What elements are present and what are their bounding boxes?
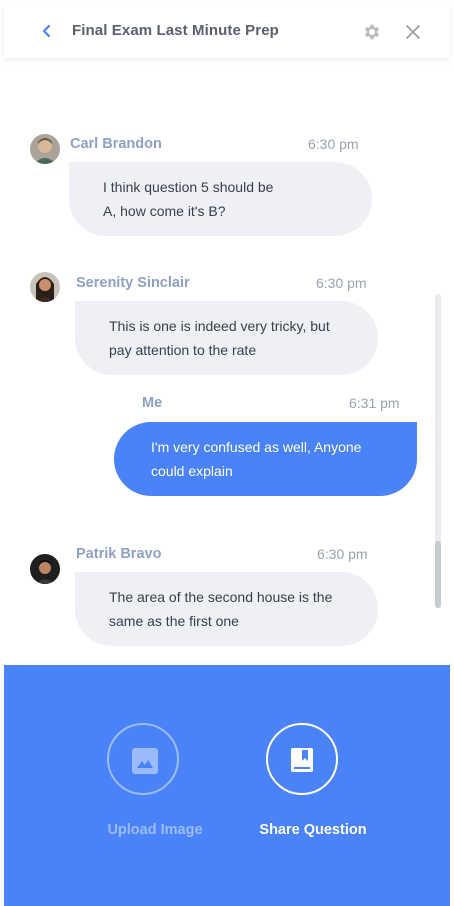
message-bubble: This is one is indeed very tricky, but p… bbox=[75, 301, 378, 375]
avatar bbox=[30, 134, 60, 164]
image-icon bbox=[132, 748, 158, 774]
share-circle bbox=[266, 723, 338, 795]
sender-name: Carl Brandon bbox=[70, 136, 162, 152]
upload-image-button[interactable]: Upload Image bbox=[90, 723, 220, 843]
attachment-panel: Upload Image Share Question bbox=[4, 665, 450, 906]
sender-name: Me bbox=[142, 395, 163, 411]
gear-icon[interactable] bbox=[362, 22, 382, 42]
message-time: 6:30 pm bbox=[317, 546, 368, 562]
close-icon[interactable] bbox=[404, 23, 422, 41]
upload-image-label: Upload Image bbox=[107, 822, 203, 838]
chat-header: Final Exam Last Minute Prep bbox=[4, 4, 450, 58]
avatar bbox=[30, 272, 60, 302]
message-time: 6:31 pm bbox=[349, 395, 400, 411]
share-question-label: Share Question bbox=[259, 822, 367, 838]
my-message-bubble: I'm very confused as well, Anyone could … bbox=[114, 422, 417, 496]
message-time: 6:30 pm bbox=[316, 275, 367, 291]
sender-name: Serenity Sinclair bbox=[76, 275, 190, 291]
share-question-button[interactable]: Share Question bbox=[248, 723, 378, 843]
message-bubble: The area of the second house is the same… bbox=[75, 572, 378, 646]
bookmark-book-icon bbox=[291, 748, 313, 772]
back-chevron-icon[interactable] bbox=[36, 20, 56, 42]
sender-name: Patrik Bravo bbox=[76, 546, 162, 562]
message-bubble: I think question 5 should be A, how come… bbox=[69, 162, 372, 236]
message-time: 6:30 pm bbox=[308, 136, 359, 152]
upload-circle bbox=[107, 723, 179, 795]
scrollbar-thumb[interactable] bbox=[435, 541, 441, 608]
avatar bbox=[30, 554, 60, 584]
chat-title: Final Exam Last Minute Prep bbox=[72, 22, 279, 39]
